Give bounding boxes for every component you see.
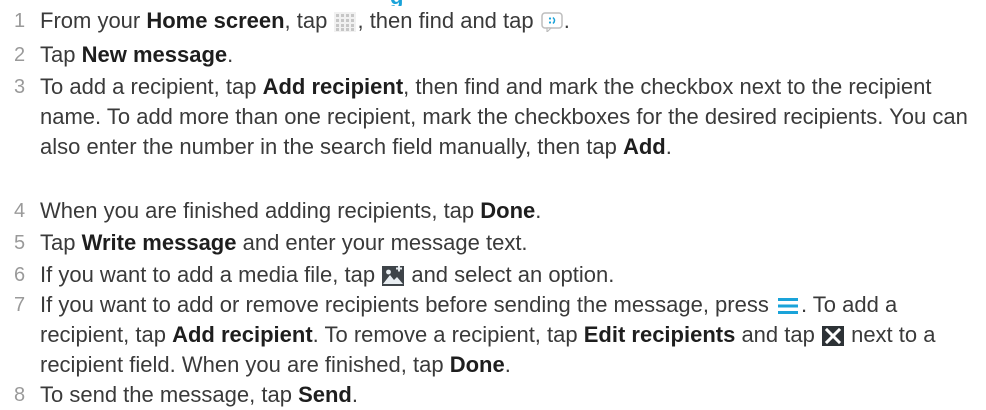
ui-term: Send (298, 382, 352, 407)
step-text: Tap Write message and enter your message… (40, 230, 528, 255)
apps-grid-icon (334, 12, 357, 32)
ui-term: Home screen (146, 8, 285, 33)
ui-term: Add recipient (172, 322, 313, 347)
ui-term: Edit recipients (583, 322, 736, 347)
step-number: 8 (14, 384, 26, 406)
ui-term: Add (622, 134, 666, 159)
ui-term: New message (81, 42, 228, 67)
step-number: 3 (14, 76, 26, 98)
step-number: 1 (14, 10, 26, 32)
step-text: To send the message, tap Send. (40, 382, 358, 407)
menu-icon (776, 296, 800, 316)
step-text: Tap New message. (40, 42, 234, 67)
step-number: 7 (14, 294, 26, 316)
step-number: 6 (14, 264, 26, 286)
ui-term: Done (449, 352, 505, 377)
step-text: To add a recipient, tap Add recipient, t… (40, 74, 968, 159)
step-text: If you want to add or remove recipients … (40, 292, 936, 377)
ui-term: Done (480, 198, 536, 223)
step-number: 2 (14, 44, 26, 66)
step-number: 5 (14, 232, 26, 254)
step-text: If you want to add a media file, tap and… (40, 262, 615, 287)
ui-term: Write message (81, 230, 237, 255)
step-number: 4 (14, 200, 26, 222)
remove-x-icon (821, 326, 844, 346)
step-text: From your Home screen, tap , then find a… (40, 8, 570, 33)
messaging-icon (540, 12, 563, 32)
step-text: When you are finished adding recipients,… (40, 198, 542, 223)
ui-term: Add recipient (262, 74, 404, 99)
add-media-icon (382, 266, 405, 286)
